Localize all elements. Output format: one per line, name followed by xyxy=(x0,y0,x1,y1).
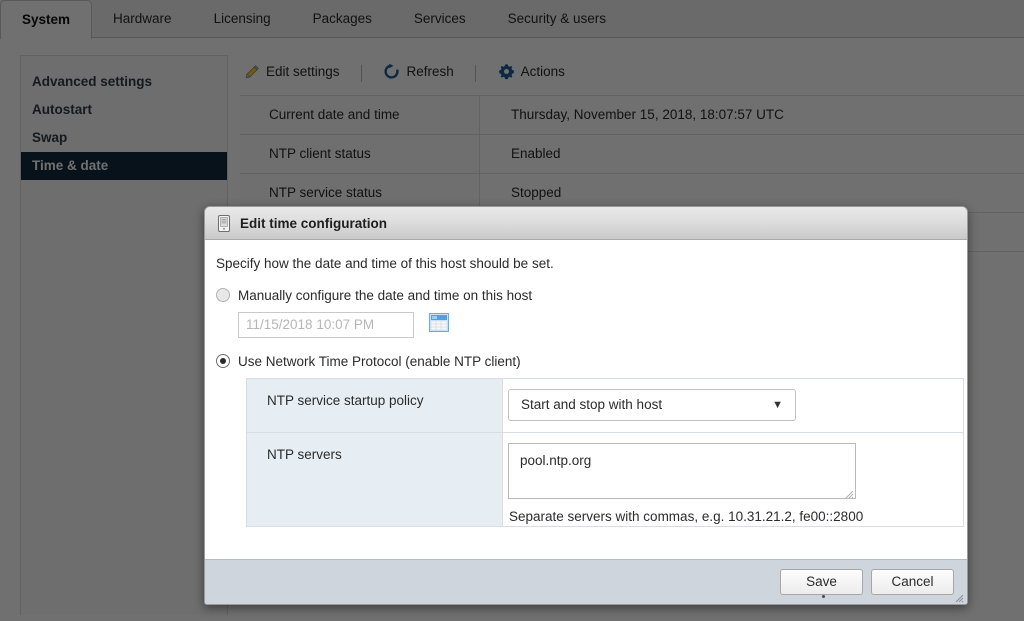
ntp-startup-policy-select[interactable]: Start and stop with host ▼ xyxy=(508,389,796,421)
ntp-label: Use Network Time Protocol (enable NTP cl… xyxy=(238,354,521,369)
calendar-icon[interactable] xyxy=(429,313,449,337)
ntp-servers-hint: Separate servers with commas, e.g. 10.31… xyxy=(508,509,963,524)
dialog-intro-text: Specify how the date and time of this ho… xyxy=(216,256,953,271)
chevron-down-icon: ▼ xyxy=(772,390,783,420)
manual-time-radio[interactable] xyxy=(216,288,230,302)
manual-time-label: Manually configure the date and time on … xyxy=(238,288,532,303)
ntp-radio[interactable] xyxy=(216,354,230,368)
manual-time-radio-option[interactable]: Manually configure the date and time on … xyxy=(216,288,953,303)
dialog-title-text: Edit time configuration xyxy=(240,216,387,231)
save-button[interactable]: Save xyxy=(780,569,863,595)
ntp-settings-grid: NTP service startup policy Start and sto… xyxy=(246,378,964,527)
ntp-servers-value-cell: pool.ntp.org Separate servers with comma… xyxy=(504,433,963,526)
ntp-startup-policy-value: Start and stop with host xyxy=(521,397,662,412)
cancel-button[interactable]: Cancel xyxy=(871,569,954,595)
dialog-footer: Save Cancel xyxy=(205,559,967,604)
dialog-resize-handle[interactable] xyxy=(953,590,964,601)
ntp-servers-value: pool.ntp.org xyxy=(520,453,591,468)
ntp-servers-textarea[interactable]: pool.ntp.org xyxy=(508,443,856,499)
ntp-policy-row: NTP service startup policy Start and sto… xyxy=(247,379,963,433)
dialog-body: Specify how the date and time of this ho… xyxy=(205,240,967,560)
edit-time-configuration-dialog: Edit time configuration Specify how the … xyxy=(204,206,968,605)
ntp-servers-row: NTP servers pool.ntp.org Separate server xyxy=(247,433,963,526)
ntp-policy-label: NTP service startup policy xyxy=(247,379,503,432)
ntp-policy-value-cell: Start and stop with host ▼ xyxy=(504,379,963,432)
ntp-servers-label: NTP servers xyxy=(247,433,503,526)
dialog-title-bar[interactable]: Edit time configuration xyxy=(205,207,967,240)
footer-marker-dot xyxy=(822,595,825,598)
ntp-radio-option[interactable]: Use Network Time Protocol (enable NTP cl… xyxy=(216,354,953,369)
textarea-resize-handle[interactable] xyxy=(844,487,854,497)
date-time-input[interactable]: 11/15/2018 10:07 PM xyxy=(238,312,414,338)
manual-date-row: 11/15/2018 10:07 PM xyxy=(238,312,953,338)
